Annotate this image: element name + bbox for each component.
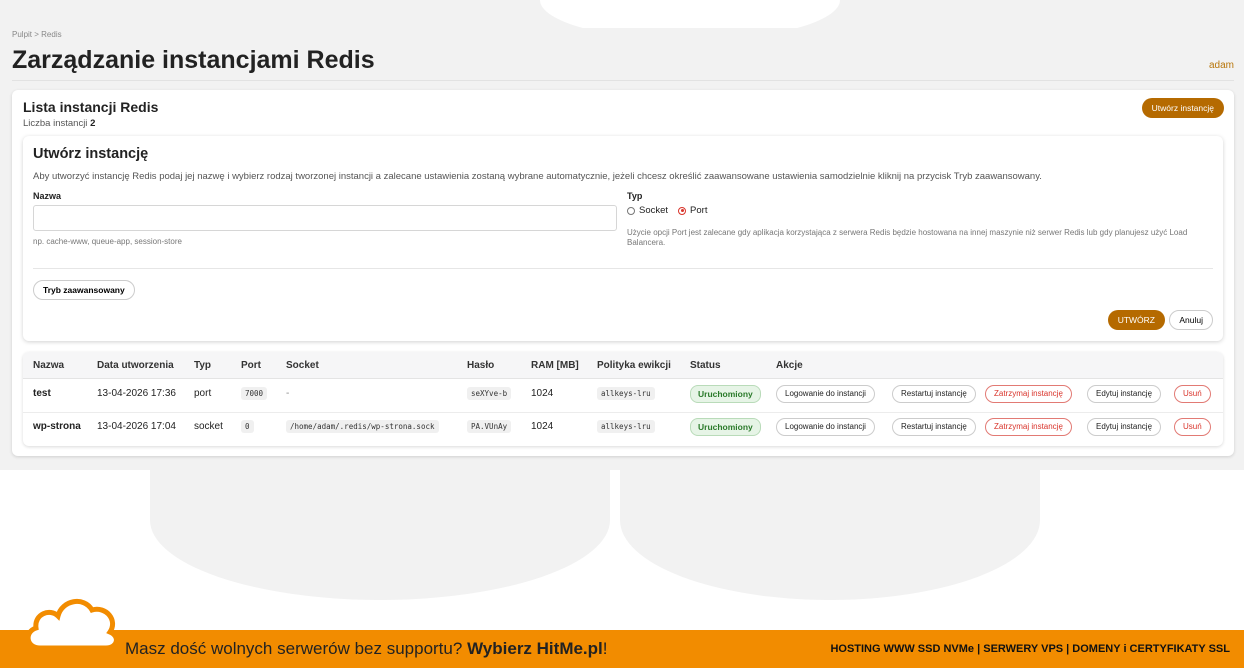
- user-name[interactable]: adam: [1209, 60, 1234, 71]
- submit-button[interactable]: UTWÓRZ: [1107, 310, 1165, 330]
- cell-port: 0: [241, 420, 254, 433]
- radio-socket-label[interactable]: Socket: [639, 205, 668, 216]
- radio-port[interactable]: [678, 206, 687, 215]
- restart-instance-button[interactable]: Restartuj instancję: [892, 385, 976, 403]
- cloud-icon: [25, 599, 119, 651]
- column-header: Akcje: [776, 360, 803, 371]
- cell-password: seXYve-b: [467, 387, 512, 400]
- advanced-mode-button[interactable]: Tryb zaawansowany: [33, 280, 135, 300]
- column-header: RAM [MB]: [531, 360, 579, 371]
- form-divider: [33, 268, 1213, 269]
- page-content: Pulpit > Redis Zarządzanie instancjami R…: [0, 28, 1244, 470]
- instances-title: Lista instancji Redis: [23, 99, 159, 115]
- breadcrumb-current: Redis: [41, 30, 62, 39]
- type-label: Typ: [627, 191, 643, 201]
- banner-question: Masz dość wolnych serwerów bez supportu?: [125, 639, 463, 658]
- column-header: Polityka ewikcji: [597, 360, 671, 371]
- stop-instance-button[interactable]: Zatrzymaj instancję: [985, 418, 1072, 436]
- column-header: Port: [241, 360, 261, 371]
- edit-instance-button[interactable]: Edytuj instancję: [1087, 385, 1162, 403]
- radio-socket[interactable]: [627, 206, 635, 215]
- stop-instance-button[interactable]: Zatrzymaj instancję: [985, 385, 1072, 403]
- table-header: Nazwa Data utworzenia Typ Port Socket Ha…: [23, 352, 1223, 379]
- banner-services: HOSTING WWW SSD NVMe | SERWERY VPS | DOM…: [830, 643, 1230, 655]
- cell-name: test: [33, 388, 51, 399]
- breadcrumb-home[interactable]: Pulpit: [12, 30, 32, 39]
- banner-text: Masz dość wolnych serwerów bez supportu?…: [125, 639, 608, 659]
- breadcrumb-separator: >: [34, 30, 39, 39]
- login-instance-button[interactable]: Logowanie do instancji: [776, 385, 875, 403]
- column-header: Data utworzenia: [97, 360, 174, 371]
- name-input[interactable]: [33, 205, 617, 231]
- instances-count-value: 2: [90, 118, 96, 129]
- form-title: Utwórz instancję: [33, 146, 149, 162]
- cell-socket: -: [286, 388, 290, 399]
- cell-type: socket: [194, 421, 223, 432]
- column-header: Hasło: [467, 360, 495, 371]
- column-header: Status: [690, 360, 721, 371]
- radio-port-label[interactable]: Port: [690, 205, 707, 216]
- edit-instance-button[interactable]: Edytuj instancję: [1087, 418, 1162, 436]
- status-badge: Uruchomiony: [690, 418, 761, 436]
- cell-policy: allkeys-lru: [597, 420, 655, 433]
- name-label: Nazwa: [33, 191, 62, 201]
- instances-card: Lista instancji Redis Liczba instancji 2…: [12, 90, 1234, 456]
- name-hint: np. cache-www, queue-app, session-store: [33, 237, 182, 246]
- form-description: Aby utworzyć instancję Redis podaj jej n…: [33, 171, 1042, 182]
- instances-count-label: Liczba instancji: [23, 118, 88, 129]
- cell-policy: allkeys-lru: [597, 387, 655, 400]
- cell-ram: 1024: [531, 421, 554, 432]
- table-row: test 13-04-2026 17:36 port 7000 - seXYve…: [23, 379, 1223, 413]
- page-title: Zarządzanie instancjami Redis: [12, 46, 375, 74]
- login-instance-button[interactable]: Logowanie do instancji: [776, 418, 875, 436]
- create-instance-button[interactable]: Utwórz instancję: [1141, 98, 1224, 118]
- cell-password: PA.VUnAy: [467, 420, 512, 433]
- cell-created: 13-04-2026 17:36: [97, 388, 176, 399]
- create-instance-form: Utwórz instancję Aby utworzyć instancję …: [23, 136, 1223, 341]
- banner-cta[interactable]: Wybierz HitMe.pl: [467, 639, 603, 658]
- column-header: Typ: [194, 360, 212, 371]
- cell-created: 13-04-2026 17:04: [97, 421, 176, 432]
- restart-instance-button[interactable]: Restartuj instancję: [892, 418, 976, 436]
- cell-type: port: [194, 388, 212, 399]
- column-header: Nazwa: [33, 360, 65, 371]
- status-badge: Uruchomiony: [690, 385, 761, 403]
- delete-instance-button[interactable]: Usuń: [1174, 385, 1211, 403]
- table-row: wp-strona 13-04-2026 17:04 socket 0 /hom…: [23, 412, 1223, 445]
- breadcrumb: Pulpit > Redis: [12, 30, 62, 39]
- instances-count: Liczba instancji 2: [23, 118, 95, 129]
- instances-table: Nazwa Data utworzenia Typ Port Socket Ha…: [23, 352, 1223, 446]
- column-header: Socket: [286, 360, 319, 371]
- ad-banner[interactable]: Masz dość wolnych serwerów bez supportu?…: [0, 630, 1244, 668]
- banner-bang: !: [602, 639, 608, 658]
- divider: [12, 80, 1234, 81]
- type-hint: Użycie opcji Port jest zalecane gdy apli…: [627, 228, 1188, 247]
- cancel-button[interactable]: Anuluj: [1169, 310, 1213, 330]
- type-radio-group: Socket Port: [627, 205, 707, 216]
- cell-socket: /home/adam/.redis/wp-strona.sock: [286, 420, 439, 433]
- cell-port: 7000: [241, 387, 268, 400]
- delete-instance-button[interactable]: Usuń: [1174, 418, 1211, 436]
- cell-name: wp-strona: [33, 421, 81, 432]
- cell-ram: 1024: [531, 388, 554, 399]
